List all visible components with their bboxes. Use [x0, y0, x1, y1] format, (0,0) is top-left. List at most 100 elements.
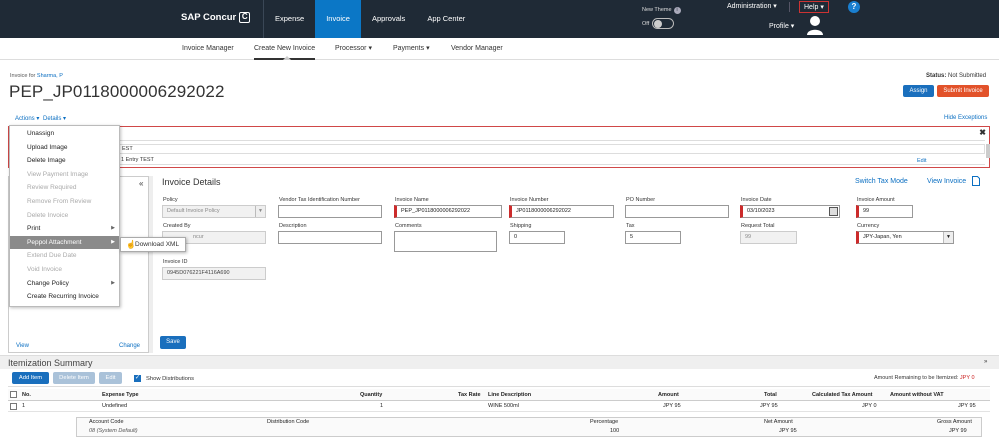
- show-distributions-label: Show Distributions: [146, 376, 195, 382]
- subnav-processor[interactable]: Processor ▾: [335, 38, 372, 60]
- col-amount[interactable]: Amount: [658, 392, 679, 398]
- menu-item-upload-image[interactable]: Upload Image: [10, 141, 119, 155]
- nav-expense[interactable]: Expense: [263, 0, 315, 38]
- actions-text: Actions: [15, 116, 35, 122]
- switch-tax-mode-link[interactable]: Switch Tax Mode: [855, 178, 908, 185]
- peppol-text: Peppol Attachment: [27, 238, 82, 246]
- exception-row[interactable]: 1 Entry TEST: [9, 155, 985, 165]
- subnav-payments[interactable]: Payments ▾: [393, 38, 430, 60]
- currency-select[interactable]: JPY-Japan, Yen ▼: [856, 231, 954, 244]
- save-button[interactable]: Save: [160, 336, 186, 349]
- submenu-arrow-icon: ▶: [111, 238, 115, 245]
- assign-button[interactable]: Assign: [903, 85, 934, 97]
- invoice-number-input[interactable]: JP0118000006292022: [509, 205, 614, 218]
- description-input[interactable]: [278, 231, 382, 244]
- avatar-icon[interactable]: [806, 15, 824, 35]
- administration-menu[interactable]: Administration ▾: [727, 2, 777, 10]
- logo-c-box: C: [239, 12, 251, 23]
- col-quantity[interactable]: Quantity: [360, 392, 382, 398]
- sap-concur-logo[interactable]: SAP Concur C: [181, 12, 251, 23]
- submit-invoice-button[interactable]: Submit Invoice: [937, 85, 989, 97]
- profile-menu[interactable]: Profile ▾: [769, 22, 794, 30]
- nav-app-center[interactable]: App Center: [416, 0, 476, 38]
- active-notch: [283, 56, 291, 60]
- edit-item-button: Edit: [99, 372, 122, 384]
- invoice-name-input[interactable]: PEP_JP0118000006292022: [394, 205, 502, 218]
- dist-col-gross-amount: Gross Amount: [937, 419, 972, 425]
- col-total[interactable]: Total: [764, 392, 777, 398]
- menu-item-change-policy[interactable]: Change Policy ▶: [10, 277, 119, 291]
- info-icon[interactable]: i: [673, 7, 681, 14]
- new-theme-toggle[interactable]: [652, 18, 674, 29]
- po-number-input[interactable]: [625, 205, 729, 218]
- add-item-button[interactable]: Add Item: [12, 372, 49, 384]
- collapse-panel-icon[interactable]: «: [139, 179, 143, 188]
- chevron-down-icon[interactable]: ▼: [943, 232, 953, 243]
- invoice-number-label: Invoice Number: [510, 197, 549, 203]
- menu-item-peppol-attachment[interactable]: Peppol Attachment ▶: [10, 235, 119, 250]
- details-text: Details: [43, 116, 62, 122]
- nav-invoice[interactable]: Invoice: [315, 0, 361, 38]
- document-icon[interactable]: [972, 176, 980, 186]
- menu-item-void-invoice: Void Invoice: [27, 266, 63, 273]
- distribution-table: Account Code Distribution Code Percentag…: [76, 417, 982, 437]
- shipping-input[interactable]: 0: [509, 231, 565, 244]
- hide-exceptions-link[interactable]: Hide Exceptions: [944, 115, 987, 121]
- row-checkbox[interactable]: [10, 403, 17, 410]
- invoice-amount-label: Invoice Amount: [857, 197, 895, 203]
- vtin-input[interactable]: [278, 205, 382, 218]
- col-calculated-tax[interactable]: Calculated Tax Amount: [812, 392, 873, 398]
- view-link[interactable]: View: [16, 343, 29, 349]
- col-amount-without-vat[interactable]: Amount without VAT: [890, 392, 944, 398]
- invoice-for: Invoice for Sharma, P: [10, 73, 63, 79]
- toggle-off-label: Off: [642, 21, 650, 27]
- invoice-id-field: 0945D076221F4116A690: [162, 267, 266, 280]
- invoice-id-label: Invoice ID: [163, 259, 188, 265]
- help-question-icon[interactable]: ?: [848, 1, 860, 13]
- details-menu[interactable]: Details ▾: [43, 115, 66, 122]
- exception-row[interactable]: EST: [9, 144, 985, 154]
- tax-input[interactable]: 5: [625, 231, 681, 244]
- exception-edit-link[interactable]: Edit: [917, 158, 926, 164]
- menu-item-print[interactable]: Print ▶: [10, 222, 119, 236]
- change-link[interactable]: Change: [119, 343, 140, 349]
- nav-approvals[interactable]: Approvals: [361, 0, 416, 38]
- select-all-checkbox[interactable]: [10, 391, 17, 398]
- col-tax-rate[interactable]: Tax Rate: [458, 392, 481, 398]
- request-total-label: Request Total: [741, 223, 775, 229]
- col-expense-type[interactable]: Expense Type: [102, 392, 139, 398]
- invoice-details-heading: Invoice Details: [162, 177, 221, 187]
- comments-label: Comments: [395, 223, 422, 229]
- col-line-description[interactable]: Line Description: [488, 392, 531, 398]
- invoice-date-input[interactable]: 03/10/2023: [740, 205, 840, 218]
- actions-menu[interactable]: Actions ▾: [15, 115, 39, 122]
- top-bar: SAP Concur C Expense Invoice Approvals A…: [0, 0, 999, 38]
- menu-item-delete-image[interactable]: Delete Image: [10, 154, 119, 168]
- comments-textarea[interactable]: [394, 231, 497, 252]
- panel-scrollbar[interactable]: [149, 176, 153, 353]
- show-distributions-checkbox[interactable]: [134, 374, 141, 382]
- table-row[interactable]: 1 Undefined 1 WINE 500ml JPY 95 JPY 95 J…: [8, 401, 990, 412]
- cell-no: 1: [22, 403, 26, 409]
- dist-col-distribution-code: Distribution Code: [267, 419, 310, 425]
- calendar-icon[interactable]: [829, 207, 838, 216]
- col-no[interactable]: No.: [22, 392, 31, 398]
- collapse-section-icon[interactable]: »: [984, 359, 987, 365]
- view-invoice-link[interactable]: View Invoice: [927, 178, 966, 185]
- itemization-title: Itemization Summary: [8, 358, 93, 368]
- menu-item-unassign[interactable]: Unassign: [10, 127, 119, 141]
- help-menu[interactable]: Help ▾: [799, 1, 829, 13]
- cell-amount-without-vat: JPY 95: [958, 403, 976, 409]
- cell-quantity: 1: [380, 403, 384, 409]
- description-label: Description: [279, 223, 307, 229]
- policy-label: Policy: [163, 197, 178, 203]
- exceptions-scrollbar[interactable]: [986, 144, 990, 158]
- payments-text: Payments: [393, 45, 425, 52]
- menu-item-create-recurring-invoice[interactable]: Create Recurring Invoice: [10, 290, 119, 304]
- tax-label: Tax: [626, 223, 635, 229]
- sub-nav: Invoice Manager Create New Invoice Proce…: [0, 38, 999, 60]
- invoice-for-name-link[interactable]: Sharma, P: [37, 73, 63, 79]
- subnav-vendor-manager[interactable]: Vendor Manager: [451, 38, 503, 60]
- invoice-amount-input[interactable]: 99: [856, 205, 913, 218]
- subnav-invoice-manager[interactable]: Invoice Manager: [182, 38, 234, 60]
